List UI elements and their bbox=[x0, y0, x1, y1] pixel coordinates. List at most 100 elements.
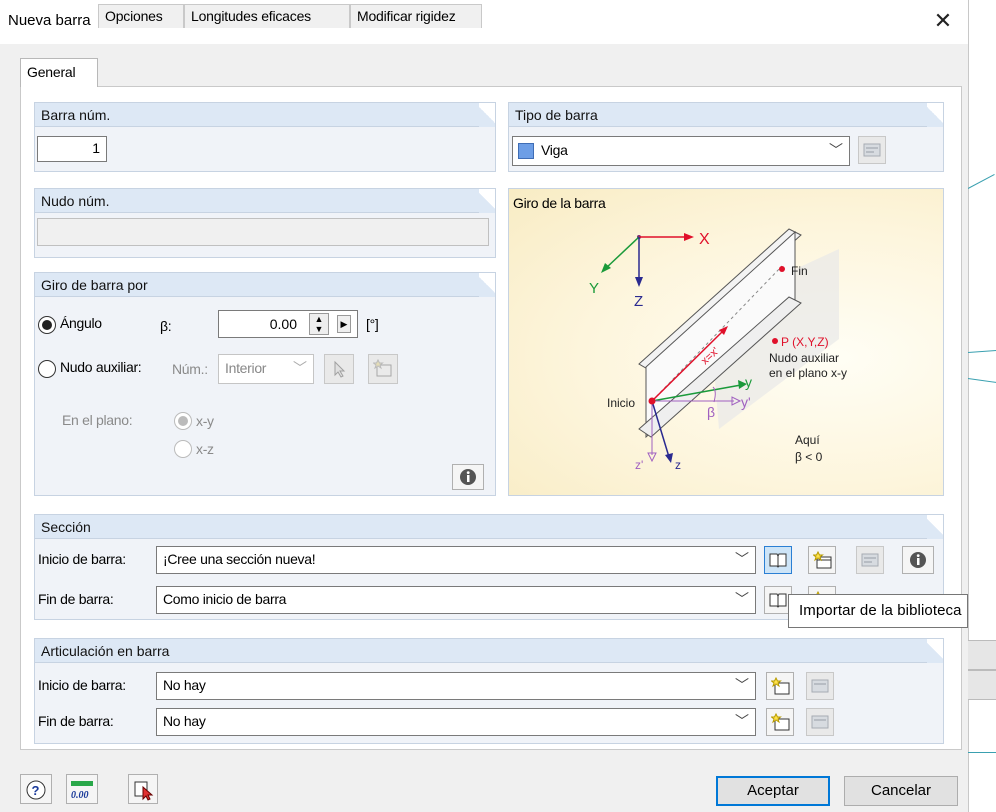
tab-modificar-rigidez[interactable]: Modificar rigidez bbox=[350, 4, 482, 28]
edit-icon bbox=[863, 143, 881, 157]
group-header: Nudo núm. bbox=[35, 189, 495, 213]
hinge-end-select[interactable]: No hay ﹀ bbox=[156, 708, 756, 736]
group-header: Sección bbox=[35, 515, 943, 539]
arrow-right-icon[interactable]: ▶ bbox=[337, 315, 351, 333]
section-info-button[interactable] bbox=[902, 546, 934, 574]
edit-section-button[interactable] bbox=[856, 546, 884, 574]
edit-icon bbox=[811, 679, 829, 693]
node-number-input bbox=[37, 218, 489, 246]
plane-label: En el plano: bbox=[62, 412, 133, 428]
aux-node-label: Nudo auxiliar: bbox=[60, 359, 142, 375]
hinge-end-value: No hay bbox=[163, 713, 206, 729]
new-section-button[interactable] bbox=[808, 546, 836, 574]
info-button[interactable] bbox=[452, 464, 484, 490]
cancel-button[interactable]: Cancelar bbox=[844, 776, 958, 806]
edit-hinge-start-button[interactable] bbox=[806, 672, 834, 700]
new-hinge-end-button[interactable] bbox=[766, 708, 794, 736]
member-number-input[interactable]: 1 bbox=[37, 136, 107, 162]
diagram-aux2: en el plano x-y bbox=[769, 366, 847, 380]
member-rotation-illustration: X Y Z Fin Inicio P (X,Y,Z) Nudo auxiliar… bbox=[589, 228, 847, 472]
diagram-inicio-label: Inicio bbox=[607, 396, 635, 410]
diagram-p-label: P (X,Y,Z) bbox=[781, 335, 829, 349]
help-button[interactable]: ? bbox=[20, 774, 52, 804]
section-start-select[interactable]: ¡Cree una sección nueva! ﹀ bbox=[156, 546, 756, 574]
library-import-button[interactable] bbox=[764, 546, 792, 574]
aux-node-select-value: Interior bbox=[225, 360, 267, 376]
ok-button[interactable]: Aceptar bbox=[716, 776, 830, 806]
cursor-pick-icon bbox=[334, 360, 346, 378]
background-toolbar bbox=[968, 640, 996, 670]
diagram-aqui1: Aquí bbox=[795, 433, 820, 447]
info-icon bbox=[460, 469, 476, 485]
edit-hinge-end-button[interactable] bbox=[806, 708, 834, 736]
plane-xz-label: x-z bbox=[196, 441, 214, 457]
info-icon bbox=[910, 552, 926, 568]
group-header: Barra núm. bbox=[35, 103, 495, 127]
group-title: Tipo de barra bbox=[515, 107, 598, 123]
new-item-icon bbox=[373, 359, 392, 377]
aux-node-radio[interactable] bbox=[38, 360, 56, 378]
new-item-icon bbox=[813, 551, 832, 569]
hinge-start-label: Inicio de barra: bbox=[38, 677, 126, 693]
chevron-down-icon: ﹀ bbox=[293, 360, 307, 376]
angle-radio[interactable] bbox=[38, 316, 56, 334]
spin-button[interactable]: ▲ ▼ bbox=[309, 313, 329, 335]
group-title: Giro de barra por bbox=[41, 277, 148, 293]
select-graphic-button[interactable] bbox=[128, 774, 158, 804]
diagram-z-axis: Z bbox=[634, 293, 643, 310]
tab-longitudes-eficaces[interactable]: Longitudes eficaces bbox=[184, 4, 350, 28]
chevron-down-icon: ﹀ bbox=[735, 713, 749, 729]
aux-node-select[interactable]: Interior ﹀ bbox=[218, 354, 314, 384]
new-member-dialog: Nueva barra ✕ Opciones Longitudes eficac… bbox=[0, 0, 968, 812]
plane-xy-radio[interactable] bbox=[174, 412, 192, 430]
diagram-yp-local: y' bbox=[741, 394, 751, 410]
tab-opciones[interactable]: Opciones bbox=[98, 4, 184, 28]
rotation-diagram: Giro de la barra X Y Z Fin Inicio P (X,Y… bbox=[508, 188, 944, 496]
diagram-y-local: y bbox=[745, 374, 752, 390]
beta-value: 0.00 bbox=[269, 316, 297, 332]
hinge-start-value: No hay bbox=[163, 677, 206, 693]
num-label: Núm.: bbox=[172, 361, 208, 377]
new-hinge-start-button[interactable] bbox=[766, 672, 794, 700]
section-start-label: Inicio de barra: bbox=[38, 551, 126, 567]
close-button[interactable]: ✕ bbox=[930, 8, 956, 34]
select-in-graphic-icon bbox=[134, 781, 154, 801]
group-header: Articulación en barra bbox=[35, 639, 943, 663]
diagram-zp-local: z' bbox=[635, 458, 643, 472]
help-icon: ? bbox=[26, 780, 46, 800]
edit-member-type-button[interactable] bbox=[858, 136, 886, 164]
beta-label: β: bbox=[160, 318, 172, 334]
edit-icon bbox=[861, 553, 879, 567]
diagram-beta: β bbox=[707, 404, 715, 420]
chevron-down-icon: ﹀ bbox=[735, 591, 749, 607]
dialog-title: Nueva barra bbox=[8, 12, 91, 29]
new-item-icon bbox=[771, 677, 790, 695]
diagram-z-local: z bbox=[675, 458, 681, 472]
new-node-button[interactable] bbox=[368, 354, 398, 384]
diagram-x-axis: X bbox=[699, 231, 710, 248]
group-title: Sección bbox=[41, 519, 91, 535]
pick-node-button[interactable] bbox=[324, 354, 354, 384]
chevron-down-icon: ﹀ bbox=[829, 142, 843, 158]
group-title: Barra núm. bbox=[41, 107, 111, 123]
section-end-value: Como inicio de barra bbox=[163, 591, 287, 607]
diagram-aux1: Nudo auxiliar bbox=[769, 351, 839, 365]
section-end-select[interactable]: Como inicio de barra ﹀ bbox=[156, 586, 756, 614]
background-toolbar bbox=[968, 670, 996, 700]
diagram-fin-label: Fin bbox=[791, 264, 808, 278]
chevron-down-icon: ﹀ bbox=[735, 551, 749, 567]
background-line bbox=[968, 752, 996, 753]
color-swatch bbox=[518, 143, 534, 159]
angle-label: Ángulo bbox=[60, 315, 102, 331]
hinge-start-select[interactable]: No hay ﹀ bbox=[156, 672, 756, 700]
beta-angle-input[interactable]: 0.00 ▲ ▼ ▶ bbox=[218, 310, 358, 338]
edit-icon bbox=[811, 715, 829, 729]
member-type-select[interactable]: Viga ﹀ bbox=[512, 136, 850, 166]
unit-label: [°] bbox=[366, 316, 379, 332]
tab-general[interactable]: General bbox=[20, 58, 98, 87]
group-title: Articulación en barra bbox=[41, 643, 170, 659]
svg-text:?: ? bbox=[32, 783, 40, 798]
units-button[interactable]: 0.00 bbox=[66, 774, 98, 804]
hinge-end-label: Fin de barra: bbox=[38, 713, 114, 729]
plane-xz-radio[interactable] bbox=[174, 440, 192, 458]
